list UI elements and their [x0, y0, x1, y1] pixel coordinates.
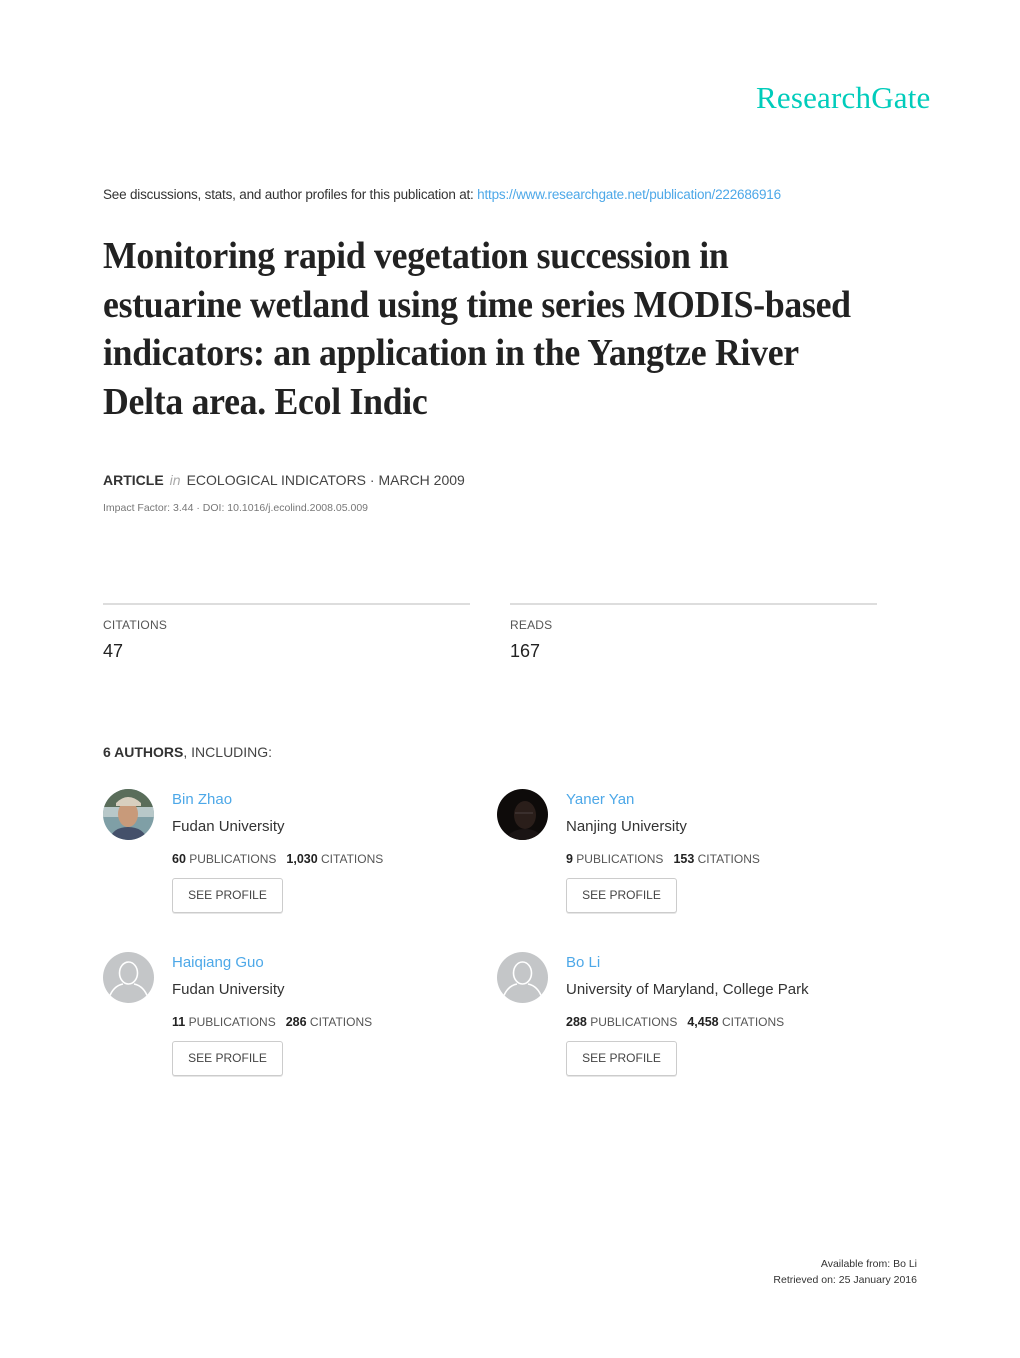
- author-institution: University of Maryland, College Park: [566, 981, 809, 998]
- reads-value: 167: [510, 641, 541, 661]
- author-publications-count: 288: [566, 1015, 587, 1029]
- available-from: Available from: Bo Li: [820, 1258, 917, 1270]
- author-stats: 9 PUBLICATIONS 153 CITATIONS: [566, 852, 760, 866]
- author-name-link[interactable]: Bo Li: [566, 954, 600, 971]
- citations-value: 47: [103, 641, 124, 661]
- avatar[interactable]: [497, 789, 548, 840]
- default-user-icon: [103, 952, 154, 1003]
- avatar[interactable]: [497, 952, 548, 1003]
- retrieved-on: Retrieved on: 25 January 2016: [773, 1274, 917, 1286]
- authors-count: 6 AUTHORS: [103, 744, 184, 760]
- publication-meta: ARTICLE in ECOLOGICAL INDICATORS · MARCH 2…: [103, 472, 465, 488]
- author-card: Yaner Yan Nanjing University 9 PUBLICATI…: [497, 789, 877, 929]
- reads-stat: READS 167: [510, 603, 877, 662]
- author-card: Bo Li University of Maryland, College Pa…: [497, 952, 877, 1092]
- citations-label: CITATIONS: [697, 852, 760, 866]
- see-profile-button[interactable]: SEE PROFILE: [172, 1041, 283, 1076]
- authors-heading: 6 AUTHORS, INCLUDING:: [103, 744, 272, 760]
- journal-date: ECOLOGICAL INDICATORS · MARCH 2009: [186, 472, 465, 488]
- author-stats: 288 PUBLICATIONS 4,458 CITATIONS: [566, 1015, 784, 1029]
- citations-label: CITATIONS: [321, 852, 384, 866]
- author-photo-icon: [103, 789, 154, 840]
- author-name-link[interactable]: Bin Zhao: [172, 791, 232, 808]
- see-profile-button[interactable]: SEE PROFILE: [566, 878, 677, 913]
- author-institution: Fudan University: [172, 818, 285, 835]
- impact-doi: Impact Factor: 3.44 · DOI: 10.1016/j.eco…: [103, 502, 368, 514]
- citations-label: CITATIONS: [103, 618, 168, 632]
- author-publications-count: 11: [172, 1015, 186, 1029]
- citations-stat: CITATIONS 47: [103, 603, 470, 662]
- author-card: Bin Zhao Fudan University 60 PUBLICATION…: [103, 789, 483, 929]
- see-profile-button[interactable]: SEE PROFILE: [566, 1041, 677, 1076]
- author-institution: Fudan University: [172, 981, 285, 998]
- author-institution: Nanjing University: [566, 818, 687, 835]
- author-name-link[interactable]: Haiqiang Guo: [172, 954, 264, 971]
- avatar[interactable]: [103, 952, 154, 1003]
- author-stats: 60 PUBLICATIONS 1,030 CITATIONS: [172, 852, 383, 866]
- see-profile-button[interactable]: SEE PROFILE: [172, 878, 283, 913]
- see-discussions-text: See discussions, stats, and author profi…: [103, 187, 478, 202]
- publication-type: ARTICLE: [103, 472, 164, 488]
- author-citations-count: 1,030: [286, 852, 318, 866]
- footer: Available from: Bo Li Retrieved on: 25 J…: [773, 1256, 917, 1288]
- publications-label: PUBLICATIONS: [590, 1015, 678, 1029]
- researchgate-logo[interactable]: ResearchGate: [756, 80, 931, 116]
- author-card: Haiqiang Guo Fudan University 11 PUBLICA…: [103, 952, 483, 1092]
- publications-label: PUBLICATIONS: [576, 852, 664, 866]
- default-user-icon: [497, 952, 548, 1003]
- author-citations-count: 286: [285, 1015, 307, 1029]
- publication-title: Monitoring rapid vegetation succession i…: [103, 235, 851, 423]
- publications-label: PUBLICATIONS: [189, 852, 277, 866]
- authors-suffix: , INCLUDING:: [183, 744, 273, 760]
- publications-label: PUBLICATIONS: [188, 1015, 276, 1029]
- citations-label: CITATIONS: [309, 1015, 373, 1029]
- author-citations-count: 153: [673, 852, 695, 866]
- author-publications-count: 9: [566, 852, 573, 866]
- publication-link[interactable]: https://www.researchgate.net/publication…: [477, 187, 781, 202]
- author-photo-icon: [497, 789, 548, 840]
- author-stats: 11 PUBLICATIONS 286 CITATIONS: [172, 1015, 372, 1029]
- citations-label: CITATIONS: [721, 1015, 785, 1029]
- in-label: in: [169, 472, 181, 488]
- reads-label: READS: [510, 618, 553, 632]
- author-citations-count: 4,458: [687, 1015, 719, 1029]
- see-discussions-line: See discussions, stats, and author profi…: [103, 187, 781, 202]
- author-name-link[interactable]: Yaner Yan: [566, 791, 634, 808]
- avatar[interactable]: [103, 789, 154, 840]
- author-publications-count: 60: [172, 852, 186, 866]
